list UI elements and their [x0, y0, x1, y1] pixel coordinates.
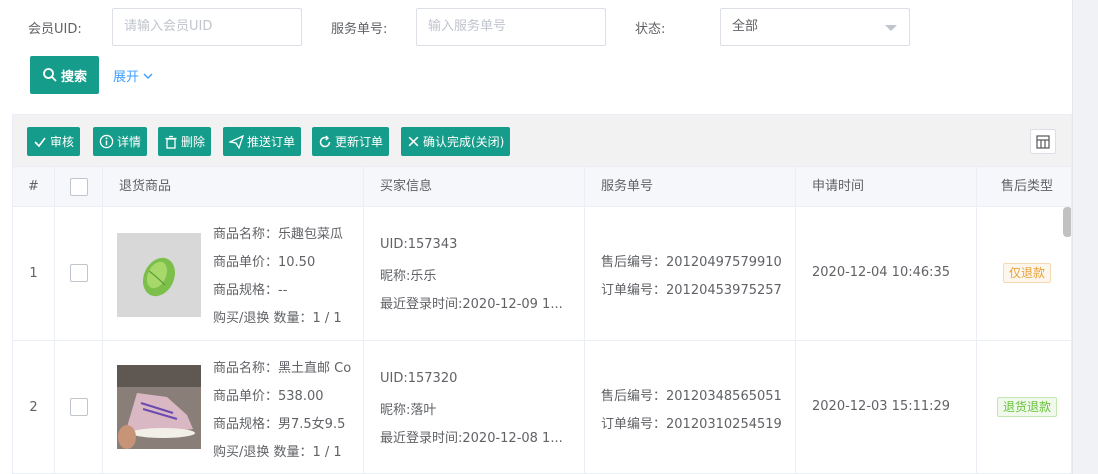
detail-button-label: 详情 — [117, 135, 142, 149]
push-order-button-label: 推送订单 — [247, 135, 296, 149]
uid-input[interactable]: 请输入会员UID — [112, 8, 302, 46]
order-number: 订单编号：20120453975257 — [601, 283, 782, 298]
refresh-icon — [319, 135, 331, 147]
buyer-last-login: 最近登录时间:2020-12-09 1... — [380, 297, 563, 312]
table-scrollbar[interactable] — [1063, 207, 1071, 237]
service-no-input[interactable]: 输入服务单号 — [416, 8, 606, 46]
product-qty: 购买/退换 数量：1 / 1 — [213, 445, 342, 460]
table-toolbar: 审核 详情 删除 推送订单 更新订单 确认完成(关闭) — [13, 115, 1071, 167]
apply-time-cell: 2020-12-04 10:46:35 — [796, 207, 977, 340]
column-header-type: 售后类型 — [1001, 179, 1054, 194]
service-no-label: 服务单号: — [331, 22, 388, 37]
detail-button[interactable]: 详情 — [93, 127, 148, 156]
search-button[interactable]: 搜索 — [30, 56, 99, 94]
approve-button-label: 审核 — [50, 135, 75, 149]
buyer-uid: UID:157320 — [380, 371, 458, 386]
status-badge: 退货退款 — [997, 397, 1058, 417]
product-spec: 商品规格：-- — [213, 283, 288, 298]
product-spec: 商品规格：男7.5女9.5 — [213, 417, 346, 432]
column-header-index: # — [13, 167, 55, 207]
product-image — [117, 365, 201, 449]
table-panel: 审核 详情 删除 推送订单 更新订单 确认完成(关闭) # 退货商品 买家信息 … — [12, 114, 1072, 474]
row-select-cell — [55, 207, 103, 340]
update-order-button[interactable]: 更新订单 — [312, 127, 390, 156]
search-button-label: 搜索 — [60, 69, 87, 85]
row-index: 2 — [13, 341, 55, 473]
product-image — [117, 233, 201, 317]
push-order-button[interactable]: 推送订单 — [223, 127, 302, 156]
chevron-down-icon — [143, 73, 153, 79]
row-checkbox[interactable] — [70, 398, 88, 416]
confirm-complete-button[interactable]: 确认完成(关闭) — [401, 127, 511, 156]
service-no-cell: 售后编号：20120497579910 订单编号：20120453975257 — [585, 207, 796, 340]
type-cell: 仅退款 — [977, 207, 1071, 340]
delete-button-label: 删除 — [181, 135, 206, 149]
type-cell: 退货退款 — [977, 341, 1071, 473]
apply-time: 2020-12-03 15:11:29 — [812, 399, 951, 414]
apply-time-cell: 2020-12-03 15:11:29 — [796, 341, 977, 473]
after-sale-number: 售后编号：20120348565051 — [601, 389, 782, 404]
column-header-service-no: 服务单号 — [585, 167, 796, 207]
search-icon — [43, 68, 57, 82]
trash-icon — [165, 135, 177, 149]
approve-button[interactable]: 审核 — [27, 127, 81, 156]
table-row[interactable]: 1 商品名称：乐趣包菜瓜 商品单价：10.50 商品规格：-- 购买/退换 数量… — [13, 207, 1071, 341]
buyer-last-login: 最近登录时间:2020-12-08 1... — [380, 431, 563, 446]
product-qty: 购买/退换 数量：1 / 1 — [213, 311, 342, 326]
confirm-complete-button-label: 确认完成(关闭) — [423, 135, 505, 149]
buyer-cell: UID:157320 昵称:落叶 最近登录时间:2020-12-08 1... — [364, 341, 585, 473]
table-header: # 退货商品 买家信息 服务单号 申请时间 售后类型 — [13, 167, 1071, 207]
expand-label: 展开 — [113, 70, 140, 85]
after-sale-number: 售后编号：20120497579910 — [601, 255, 782, 270]
status-label: 状态: — [635, 22, 666, 37]
update-order-button-label: 更新订单 — [335, 135, 384, 149]
column-settings-button[interactable] — [1030, 129, 1056, 154]
check-icon — [34, 137, 46, 147]
uid-label: 会员UID: — [28, 22, 82, 37]
delete-button[interactable]: 删除 — [158, 127, 212, 156]
select-all-checkbox[interactable] — [69, 178, 88, 196]
status-select[interactable]: 全部 — [720, 8, 910, 46]
product-price: 商品单价：538.00 — [213, 389, 324, 404]
chevron-down-icon — [885, 25, 897, 31]
product-cell: 商品名称：乐趣包菜瓜 商品单价：10.50 商品规格：-- 购买/退换 数量：1… — [103, 207, 364, 340]
product-price: 商品单价：10.50 — [213, 255, 316, 270]
table-row[interactable]: 2 商品名称：黑土直邮 Co 商品单价：538.00 商品规格：男7.5女9.5… — [13, 341, 1071, 473]
buyer-nickname: 昵称:落叶 — [380, 403, 437, 418]
buyer-cell: UID:157343 昵称:乐乐 最近登录时间:2020-12-09 1... — [364, 207, 585, 340]
service-no-cell: 售后编号：20120348565051 订单编号：20120310254519 — [585, 341, 796, 473]
buyer-nickname: 昵称:乐乐 — [380, 269, 437, 284]
buyer-uid: UID:157343 — [380, 237, 458, 252]
expand-link[interactable]: 展开 — [113, 66, 153, 85]
row-checkbox[interactable] — [70, 264, 88, 282]
row-select-cell — [55, 341, 103, 473]
order-number: 订单编号：20120310254519 — [601, 417, 782, 432]
column-header-apply-time: 申请时间 — [796, 167, 977, 207]
column-header-product: 退货商品 — [103, 167, 364, 207]
status-select-value: 全部 — [732, 19, 759, 34]
product-cell: 商品名称：黑土直邮 Co 商品单价：538.00 商品规格：男7.5女9.5 购… — [103, 341, 364, 473]
product-name: 商品名称：乐趣包菜瓜 — [213, 227, 344, 242]
column-header-buyer: 买家信息 — [364, 167, 585, 207]
send-icon — [229, 134, 244, 149]
columns-icon — [1036, 134, 1050, 149]
info-icon — [99, 134, 114, 149]
status-badge: 仅退款 — [1003, 263, 1052, 283]
apply-time: 2020-12-04 10:46:35 — [812, 265, 951, 280]
product-name: 商品名称：黑土直邮 Co — [213, 361, 352, 376]
right-scroll-area — [1072, 0, 1098, 474]
close-icon — [408, 136, 419, 147]
row-index: 1 — [13, 207, 55, 340]
column-header-select — [55, 167, 103, 207]
